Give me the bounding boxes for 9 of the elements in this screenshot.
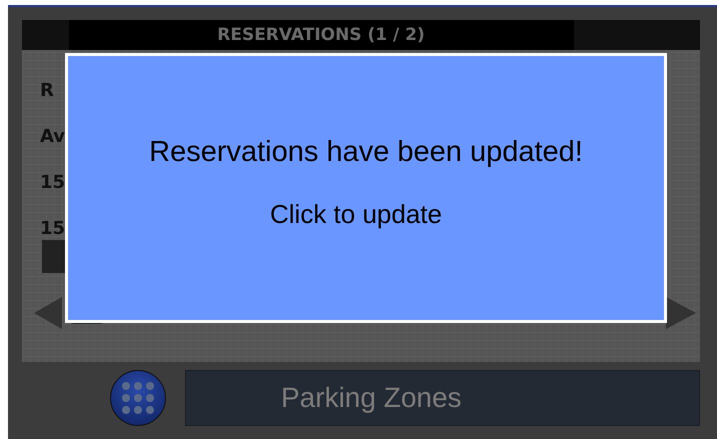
dark-button[interactable] [42,240,66,273]
panel-title: RESERVATIONS (1 / 2) [68,20,574,50]
reservation-text: 15 [40,217,66,241]
dialog-message: Reservations have been updated! [149,136,583,169]
dialog-action-text[interactable]: Click to update [270,199,442,230]
reservation-text: R [40,79,54,103]
reservation-text: 15 [40,171,66,195]
update-dialog[interactable]: Reservations have been updated! Click to update [65,53,667,323]
reservation-text: Av [40,125,66,149]
